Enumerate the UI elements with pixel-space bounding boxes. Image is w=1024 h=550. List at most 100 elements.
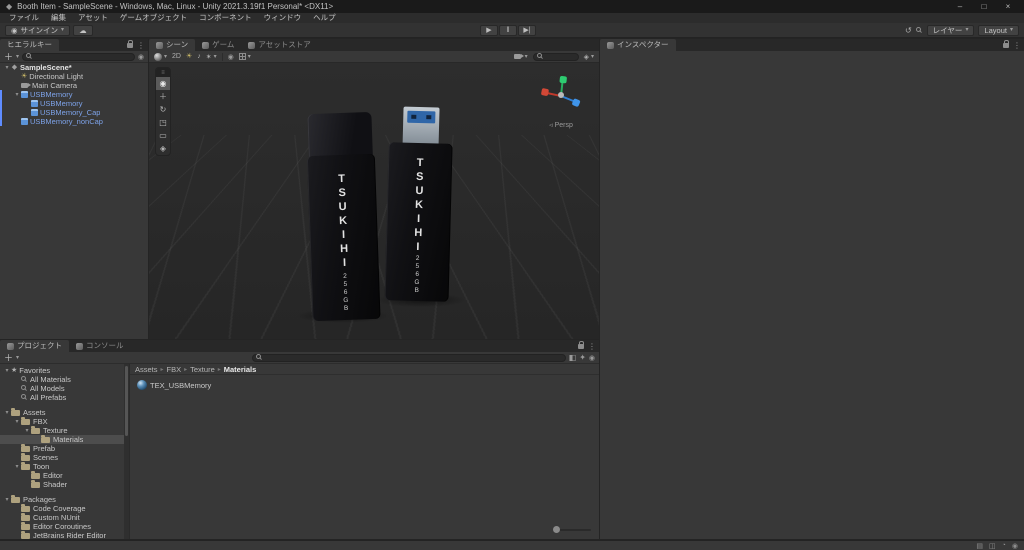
folder-prefab[interactable]: Prefab xyxy=(0,443,129,453)
lock-icon[interactable] xyxy=(127,39,133,48)
menu-component[interactable]: コンポーネント xyxy=(194,13,257,23)
gizmo-center[interactable] xyxy=(558,92,564,98)
scene-search-input[interactable] xyxy=(532,52,579,61)
audio-toggle[interactable]: ♪ xyxy=(197,53,201,60)
foldout-icon[interactable]: ▾ xyxy=(13,91,21,98)
slider-knob[interactable] xyxy=(553,526,560,533)
search-icon[interactable] xyxy=(915,27,923,34)
hierarchy-item-usbmemory-cap[interactable]: USBMemory_Cap xyxy=(0,108,148,117)
lighting-toggle[interactable]: ☀ xyxy=(186,53,192,60)
scrollbar-thumb[interactable] xyxy=(125,366,128,436)
usb-memory-uncapped-model[interactable]: TSUKIHI 256GB xyxy=(382,106,455,304)
folder-scenes[interactable]: Scenes xyxy=(0,452,129,462)
hierarchy-item-usbmemory-child[interactable]: USBMemory xyxy=(0,99,148,108)
undo-history-icon[interactable]: ↺ xyxy=(905,26,912,35)
hierarchy-item-camera[interactable]: Main Camera xyxy=(0,81,148,90)
search-by-type-icon[interactable]: ◧ xyxy=(569,353,577,362)
package-custom-nunit[interactable]: Custom NUnit xyxy=(0,512,129,522)
foldout-icon[interactable]: ▾ xyxy=(13,418,21,425)
scene-visibility-icon[interactable]: ◉ xyxy=(138,53,144,61)
panel-menu-icon[interactable]: ⋮ xyxy=(588,342,596,351)
console-status-icon[interactable]: ▤ xyxy=(976,542,983,550)
grid-visibility-dropdown[interactable]: ▾ xyxy=(238,53,251,60)
hierarchy-item-light[interactable]: ☀ Directional Light xyxy=(0,72,148,81)
scene-viewport[interactable]: ≡ ◉ ＋ ↻ ◳ ▭ ◈ TSUKIHI 256GB TSUKIHI 256G… xyxy=(149,63,599,339)
breadcrumb-texture[interactable]: Texture xyxy=(190,365,215,374)
rect-tool-button[interactable]: ▭ xyxy=(156,129,170,142)
hierarchy-search-input[interactable] xyxy=(22,52,135,61)
orientation-gizmo[interactable] xyxy=(539,73,583,117)
favorite-all-prefabs[interactable]: All Prefabs xyxy=(0,393,129,402)
minimize-button[interactable]: – xyxy=(948,0,972,13)
transform-tool-button[interactable]: ◈ xyxy=(156,142,170,155)
view-tool-button[interactable]: ◉ xyxy=(156,77,170,90)
foldout-icon[interactable]: ▾ xyxy=(23,427,31,434)
package-code-coverage[interactable]: Code Coverage xyxy=(0,503,129,513)
usb-memory-capped-model[interactable]: TSUKIHI 256GB xyxy=(303,111,382,324)
breadcrumb-materials[interactable]: Materials xyxy=(224,365,257,374)
project-tree-scrollbar[interactable] xyxy=(124,364,129,539)
foldout-icon[interactable]: ▾ xyxy=(13,463,21,470)
folder-editor[interactable]: Editor xyxy=(0,470,129,480)
step-button[interactable]: ▶| xyxy=(518,25,536,36)
progress-status-icon[interactable]: ◔ xyxy=(1002,542,1006,549)
breadcrumb-fbx[interactable]: FBX xyxy=(167,365,182,374)
close-button[interactable]: × xyxy=(996,0,1020,13)
package-jetbrains-rider[interactable]: JetBrains Rider Editor xyxy=(0,530,129,539)
signin-button[interactable]: ◉ サインイン ▾ xyxy=(5,24,71,36)
menu-window[interactable]: ウィンドウ xyxy=(259,13,307,23)
gizmos-dropdown[interactable]: ◈ ▾ xyxy=(584,53,594,61)
lock-icon[interactable] xyxy=(578,340,584,349)
hierarchy-item-scene[interactable]: ▾ ◆ SampleScene* xyxy=(0,63,148,72)
menu-edit[interactable]: 編集 xyxy=(46,13,71,23)
menu-help[interactable]: ヘルプ xyxy=(308,13,341,23)
chevron-down-icon[interactable]: ▾ xyxy=(16,354,19,361)
notifications-icon[interactable]: ◉ xyxy=(1012,542,1018,550)
play-button[interactable]: ▶ xyxy=(480,25,498,36)
folder-shader[interactable]: Shader xyxy=(0,479,129,489)
menu-gameobject[interactable]: ゲームオブジェクト xyxy=(115,13,192,23)
foldout-icon[interactable]: ▾ xyxy=(3,409,11,416)
lock-icon[interactable] xyxy=(1003,39,1009,48)
folder-toon[interactable]: ▾ Toon xyxy=(0,461,129,471)
collab-status-icon[interactable]: ◫ xyxy=(989,542,996,550)
folder-texture[interactable]: ▾ Texture xyxy=(0,425,129,435)
scale-tool-button[interactable]: ◳ xyxy=(156,116,170,129)
assets-root[interactable]: ▾ Assets xyxy=(0,407,129,417)
create-asset-button[interactable]: ＋ xyxy=(4,351,13,364)
rotate-tool-button[interactable]: ↻ xyxy=(156,103,170,116)
foldout-icon[interactable]: ▾ xyxy=(3,64,11,71)
search-by-label-icon[interactable]: ✦ xyxy=(579,353,586,362)
package-editor-coroutines[interactable]: Editor Coroutines xyxy=(0,521,129,531)
overlay-drag-handle[interactable]: ≡ xyxy=(156,68,170,77)
draw-mode-dropdown[interactable]: ▾ xyxy=(154,52,167,61)
hidden-objects-toggle[interactable]: ◉ xyxy=(228,53,234,61)
maximize-button[interactable]: □ xyxy=(972,0,996,13)
create-button[interactable]: ＋ xyxy=(4,50,13,63)
camera-settings-dropdown[interactable]: ▾ xyxy=(513,53,528,60)
tab-game[interactable]: ゲーム xyxy=(195,39,241,51)
pause-button[interactable]: ‖ xyxy=(499,25,517,36)
breadcrumb-assets[interactable]: Assets xyxy=(135,365,158,374)
tab-scene[interactable]: シーン xyxy=(149,39,196,51)
packages-root[interactable]: ▾ Packages xyxy=(0,494,129,504)
asset-tex-usbmemory[interactable]: TEX_USBMemory xyxy=(135,379,213,391)
hierarchy-item-usbmemory-noncap[interactable]: USBMemory_nonCap xyxy=(0,117,148,126)
folder-materials[interactable]: Materials xyxy=(0,434,129,444)
favorite-all-models[interactable]: All Models xyxy=(0,384,129,393)
favorites-root[interactable]: ▾ ★ Favorites xyxy=(0,366,129,375)
chevron-down-icon[interactable]: ▾ xyxy=(16,53,19,60)
foldout-icon[interactable]: ▾ xyxy=(3,496,11,503)
2d-toggle[interactable]: 2D xyxy=(172,53,181,60)
foldout-icon[interactable]: ▾ xyxy=(3,367,11,374)
layout-dropdown[interactable]: Layout ▾ xyxy=(978,25,1019,36)
move-tool-button[interactable]: ＋ xyxy=(156,90,170,103)
perspective-toggle[interactable]: ◃ Persp xyxy=(531,121,591,129)
tab-project[interactable]: プロジェクト xyxy=(0,340,69,352)
project-search-input[interactable] xyxy=(252,353,566,362)
layers-dropdown[interactable]: レイヤー ▾ xyxy=(926,25,975,36)
hierarchy-item-usbmemory[interactable]: ▾ USBMemory xyxy=(0,90,148,99)
folder-fbx[interactable]: ▾ FBX xyxy=(0,416,129,426)
menu-assets[interactable]: アセット xyxy=(73,13,113,23)
tab-hierarchy[interactable]: ヒエラルキー xyxy=(0,39,59,51)
